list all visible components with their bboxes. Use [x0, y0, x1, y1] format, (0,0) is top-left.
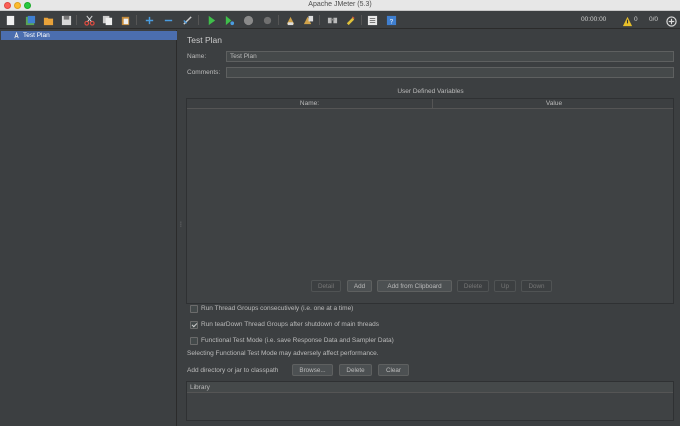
functional-test-mode-checkbox[interactable]: [190, 337, 198, 345]
elapsed-timer: 00:00:00: [581, 16, 607, 23]
run-teardown-checkbox[interactable]: [190, 321, 198, 329]
detail-button[interactable]: Detail: [311, 280, 341, 292]
start-icon[interactable]: [205, 14, 217, 26]
expand-icon[interactable]: [143, 14, 155, 26]
test-plan-icon: [14, 32, 19, 39]
stop-icon[interactable]: [242, 14, 254, 26]
clear-classpath-button[interactable]: Clear: [378, 364, 409, 376]
library-table[interactable]: Library: [186, 381, 674, 421]
library-column-header: Library: [190, 384, 210, 391]
warning-count: 0: [634, 16, 638, 23]
window-titlebar: Apache JMeter (5.3): [0, 0, 680, 11]
functional-test-note: Selecting Functional Test Mode may adver…: [187, 350, 379, 357]
user-defined-variables-title: User Defined Variables: [397, 88, 464, 95]
tree-item-label: Test Plan: [23, 32, 50, 39]
window-title: Apache JMeter (5.3): [308, 1, 372, 8]
search-icon[interactable]: [326, 14, 338, 26]
browse-button[interactable]: Browse...: [292, 364, 333, 376]
toolbar: ? 00:00:00 0 0/0: [0, 11, 680, 29]
table-header: Name: Value: [187, 99, 673, 109]
save-icon[interactable]: [60, 14, 72, 26]
move-down-button[interactable]: Down: [521, 280, 552, 292]
toggle-icon[interactable]: [181, 14, 193, 26]
warning-icon[interactable]: [621, 15, 633, 27]
user-defined-variables-table[interactable]: Name: Value: [186, 98, 674, 304]
run-consecutively-checkbox[interactable]: [190, 305, 198, 313]
comments-field[interactable]: [226, 67, 674, 78]
remote-add-icon[interactable]: [665, 15, 677, 27]
shutdown-icon[interactable]: [261, 14, 273, 26]
copy-icon[interactable]: [101, 14, 113, 26]
name-label: Name:: [187, 53, 207, 60]
test-plan-panel: Test Plan Name: Comments: User Defined V…: [181, 30, 680, 426]
new-icon[interactable]: [4, 14, 16, 26]
reset-search-icon[interactable]: [344, 14, 356, 26]
thread-count: 0/0: [649, 16, 659, 23]
tree-item-test-plan[interactable]: Test Plan: [1, 31, 177, 40]
classpath-label: Add directory or jar to classpath: [187, 367, 279, 374]
collapse-icon[interactable]: [162, 14, 174, 26]
paste-icon[interactable]: [119, 14, 131, 26]
column-header-name[interactable]: Name:: [187, 100, 432, 107]
run-consecutively-label: Run Thread Groups consecutively (i.e. on…: [201, 305, 354, 312]
move-up-button[interactable]: Up: [494, 280, 516, 292]
templates-icon[interactable]: [24, 14, 36, 26]
column-header-value[interactable]: Value: [433, 100, 675, 107]
cut-icon[interactable]: [83, 14, 95, 26]
open-icon[interactable]: [42, 14, 54, 26]
delete-row-button[interactable]: Delete: [457, 280, 489, 292]
run-teardown-label: Run tearDown Thread Groups after shutdow…: [201, 321, 380, 328]
clear-all-icon[interactable]: [302, 14, 314, 26]
start-no-pauses-icon[interactable]: [223, 14, 235, 26]
add-from-clipboard-button[interactable]: Add from Clipboard: [377, 280, 452, 292]
library-header: Library: [187, 382, 673, 393]
clear-icon[interactable]: [284, 14, 296, 26]
help-icon[interactable]: ?: [385, 14, 397, 26]
functional-test-mode-label: Functional Test Mode (i.e. save Response…: [201, 337, 394, 344]
name-field[interactable]: [226, 51, 674, 62]
function-helper-icon[interactable]: [366, 14, 378, 26]
comments-label: Comments:: [187, 69, 221, 76]
add-button[interactable]: Add: [347, 280, 372, 292]
page-title: Test Plan: [187, 35, 222, 45]
svg-text:?: ?: [389, 18, 393, 25]
test-plan-tree[interactable]: Test Plan: [0, 30, 177, 426]
delete-classpath-button[interactable]: Delete: [339, 364, 372, 376]
